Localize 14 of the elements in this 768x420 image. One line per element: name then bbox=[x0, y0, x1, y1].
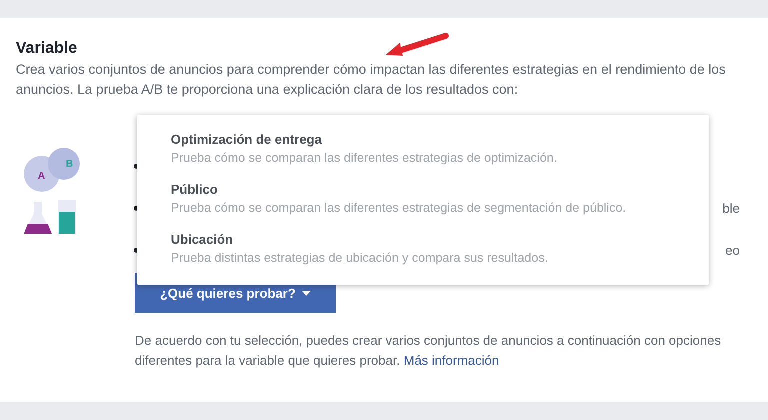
more-info-link[interactable]: Más información bbox=[404, 353, 500, 368]
option-title[interactable]: Optimización de entrega bbox=[171, 131, 675, 149]
section-description: Crea varios conjuntos de anuncios para comprender cómo impactan las diferentes estrategias en el rendimiento de los anuncios. La prueba A/B te proporciona una explicación clara de los resultados con: bbox=[16, 61, 727, 99]
ab-test-flask-drawing: A B bbox=[20, 144, 90, 238]
bullet-text: ble bbox=[722, 200, 740, 216]
option-description: Prueba cómo se comparan las diferentes estrategias de optimización. bbox=[171, 150, 558, 167]
caret-icon bbox=[302, 290, 311, 296]
option-description: Prueba distintas estrategias de ubicación y compara sus resultados. bbox=[171, 250, 550, 267]
section-title: Variable bbox=[16, 40, 78, 58]
footer-text: De acuerdo con tu selección, puedes crear varios conjuntos de anuncios a continuación con opciones diferentes para la variable que quieres probar. Más información bbox=[135, 332, 722, 370]
option-title[interactable]: Público bbox=[171, 181, 675, 199]
option-description: Prueba cómo se comparan las diferentes estrategias de segmentación de público. bbox=[171, 200, 628, 217]
bullet-text: eo bbox=[726, 242, 740, 258]
option-title[interactable]: Ubicación bbox=[171, 231, 675, 249]
